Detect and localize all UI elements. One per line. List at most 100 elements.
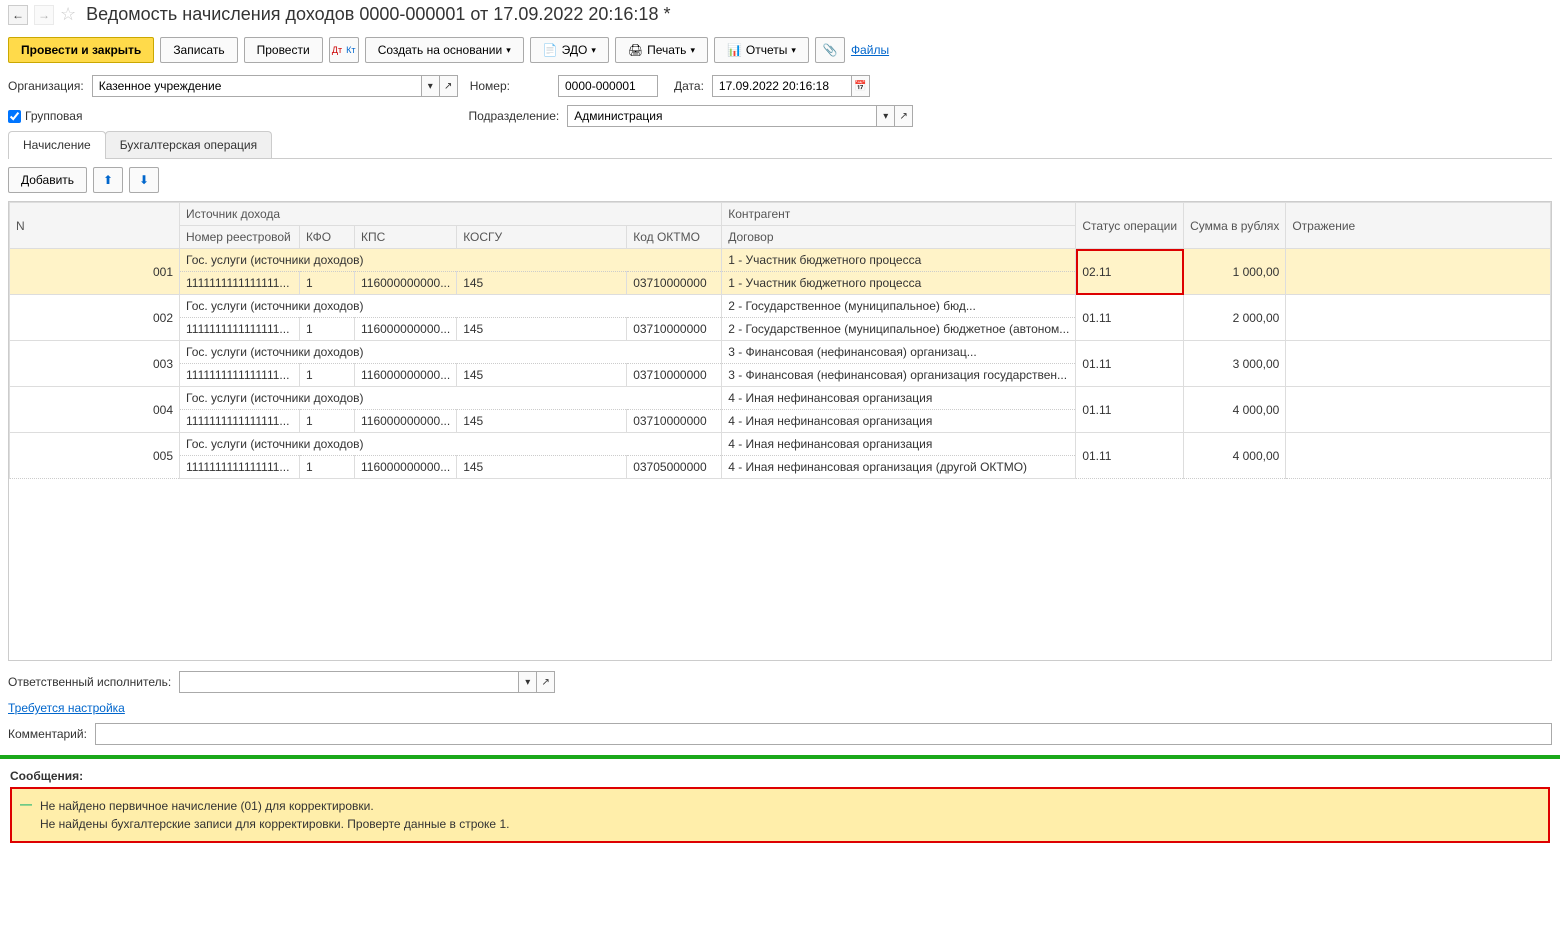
subdiv-input[interactable] <box>567 105 877 127</box>
forward-button[interactable]: → <box>34 5 54 25</box>
create-based-on-button[interactable]: Создать на основании <box>365 37 524 63</box>
post-and-close-button[interactable]: Провести и закрыть <box>8 37 154 63</box>
cell-status[interactable]: 01.11 <box>1076 341 1184 387</box>
cell-kosgu: 145 <box>457 410 627 433</box>
move-up-button[interactable]: ⬆ <box>93 167 123 193</box>
post-button[interactable]: Провести <box>244 37 323 63</box>
cell-kfo: 1 <box>300 364 355 387</box>
responsible-dropdown-icon[interactable]: ▾ <box>519 671 537 693</box>
cell-regnum: 1111111111111111... <box>180 456 300 479</box>
col-sum[interactable]: Сумма в рублях <box>1184 203 1286 249</box>
save-button[interactable]: Записать <box>160 37 237 63</box>
print-button[interactable]: 🖨 Печать <box>615 37 708 63</box>
org-dropdown-icon[interactable]: ▾ <box>422 75 440 97</box>
cell-kosgu: 145 <box>457 318 627 341</box>
col-n[interactable]: N <box>10 203 180 249</box>
cell-kps: 116000000000... <box>355 410 457 433</box>
page-title: Ведомость начисления доходов 0000-000001… <box>86 4 670 25</box>
org-open-icon[interactable]: ↗ <box>440 75 458 97</box>
cell-sum: 1 000,00 <box>1184 249 1286 295</box>
responsible-label: Ответственный исполнитель: <box>8 675 171 689</box>
col-kosgu[interactable]: КОСГУ <box>457 226 627 249</box>
col-regnum[interactable]: Номер реестровой <box>180 226 300 249</box>
cell-regnum: 1111111111111111... <box>180 272 300 295</box>
cell-contragent: 3 - Финансовая (нефинансовая) организац.… <box>722 341 1076 364</box>
col-contragent[interactable]: Контрагент <box>722 203 1076 226</box>
table-row[interactable]: 001Гос. услуги (источники доходов)1 - Уч… <box>10 249 1551 272</box>
subdiv-label: Подразделение: <box>468 109 559 123</box>
subdiv-dropdown-icon[interactable]: ▾ <box>877 105 895 127</box>
cell-kps: 116000000000... <box>355 272 457 295</box>
number-input[interactable] <box>558 75 658 97</box>
edo-button[interactable]: 📄 ЭДО <box>530 37 609 63</box>
org-label: Организация: <box>8 79 84 93</box>
cell-contract: 3 - Финансовая (нефинансовая) организаци… <box>722 364 1076 387</box>
move-down-button[interactable]: ⬇ <box>129 167 159 193</box>
responsible-open-icon[interactable]: ↗ <box>537 671 555 693</box>
cell-regnum: 1111111111111111... <box>180 410 300 433</box>
cell-kfo: 1 <box>300 318 355 341</box>
col-contract[interactable]: Договор <box>722 226 1076 249</box>
cell-contract: 2 - Государственное (муниципальное) бюдж… <box>722 318 1076 341</box>
cell-source: Гос. услуги (источники доходов) <box>180 295 722 318</box>
cell-kps: 116000000000... <box>355 456 457 479</box>
cell-n: 005 <box>10 433 180 479</box>
cell-contragent: 2 - Государственное (муниципальное) бюд.… <box>722 295 1076 318</box>
col-source[interactable]: Источник дохода <box>180 203 722 226</box>
cell-kps: 116000000000... <box>355 364 457 387</box>
reports-button[interactable]: 📊 Отчеты <box>714 37 809 63</box>
table-row[interactable]: 003Гос. услуги (источники доходов)3 - Фи… <box>10 341 1551 364</box>
cell-status[interactable]: 01.11 <box>1076 295 1184 341</box>
cell-status[interactable]: 01.11 <box>1076 433 1184 479</box>
number-label: Номер: <box>470 79 510 93</box>
col-oktmo[interactable]: Код ОКТМО <box>627 226 722 249</box>
files-link[interactable]: Файлы <box>851 43 889 57</box>
table-row[interactable]: 005Гос. услуги (источники доходов)4 - Ин… <box>10 433 1551 456</box>
cell-source: Гос. услуги (источники доходов) <box>180 249 722 272</box>
table-row[interactable]: 004Гос. услуги (источники доходов)4 - Ин… <box>10 387 1551 410</box>
cell-kosgu: 145 <box>457 364 627 387</box>
col-kfo[interactable]: КФО <box>300 226 355 249</box>
calendar-icon[interactable]: 📅 <box>852 75 870 97</box>
favorite-star-icon[interactable]: ☆ <box>60 4 76 25</box>
cell-contragent: 1 - Участник бюджетного процесса <box>722 249 1076 272</box>
cell-n: 004 <box>10 387 180 433</box>
group-checkbox-wrap[interactable]: Групповая <box>8 109 82 123</box>
cell-reflection <box>1286 295 1551 341</box>
cell-status[interactable]: 02.11 <box>1076 249 1184 295</box>
org-input[interactable] <box>92 75 422 97</box>
tab-accrual[interactable]: Начисление <box>8 131 106 158</box>
responsible-input[interactable] <box>179 671 519 693</box>
cell-source: Гос. услуги (источники доходов) <box>180 341 722 364</box>
cell-reflection <box>1286 433 1551 479</box>
cell-status[interactable]: 01.11 <box>1076 387 1184 433</box>
group-checkbox[interactable] <box>8 110 21 123</box>
date-input[interactable] <box>712 75 852 97</box>
cell-source: Гос. услуги (источники доходов) <box>180 433 722 456</box>
tab-accounting[interactable]: Бухгалтерская операция <box>105 131 272 158</box>
comment-input[interactable] <box>95 723 1552 745</box>
add-row-button[interactable]: Добавить <box>8 167 87 193</box>
need-setup-link[interactable]: Требуется настройка <box>8 701 125 715</box>
cell-oktmo: 03710000000 <box>627 272 722 295</box>
subdiv-open-icon[interactable]: ↗ <box>895 105 913 127</box>
cell-sum: 4 000,00 <box>1184 433 1286 479</box>
cell-kps: 116000000000... <box>355 318 457 341</box>
cell-kosgu: 145 <box>457 456 627 479</box>
cell-contragent: 4 - Иная нефинансовая организация <box>722 387 1076 410</box>
cell-source: Гос. услуги (источники доходов) <box>180 387 722 410</box>
col-status[interactable]: Статус операции <box>1076 203 1184 249</box>
cell-contract: 1 - Участник бюджетного процесса <box>722 272 1076 295</box>
cell-n: 001 <box>10 249 180 295</box>
table-row[interactable]: 002Гос. услуги (источники доходов)2 - Го… <box>10 295 1551 318</box>
dt-kt-button[interactable]: ДтКт <box>329 37 359 63</box>
back-button[interactable]: ← <box>8 5 28 25</box>
accrual-table[interactable]: N Источник дохода Контрагент Статус опер… <box>8 201 1552 661</box>
col-kps[interactable]: КПС <box>355 226 457 249</box>
attach-button[interactable]: 📎 <box>815 37 845 63</box>
status-divider <box>0 755 1560 759</box>
cell-oktmo: 03710000000 <box>627 410 722 433</box>
col-reflection[interactable]: Отражение <box>1286 203 1551 249</box>
cell-reflection <box>1286 341 1551 387</box>
message-line-2: Не найдены бухгалтерские записи для корр… <box>40 815 1538 833</box>
